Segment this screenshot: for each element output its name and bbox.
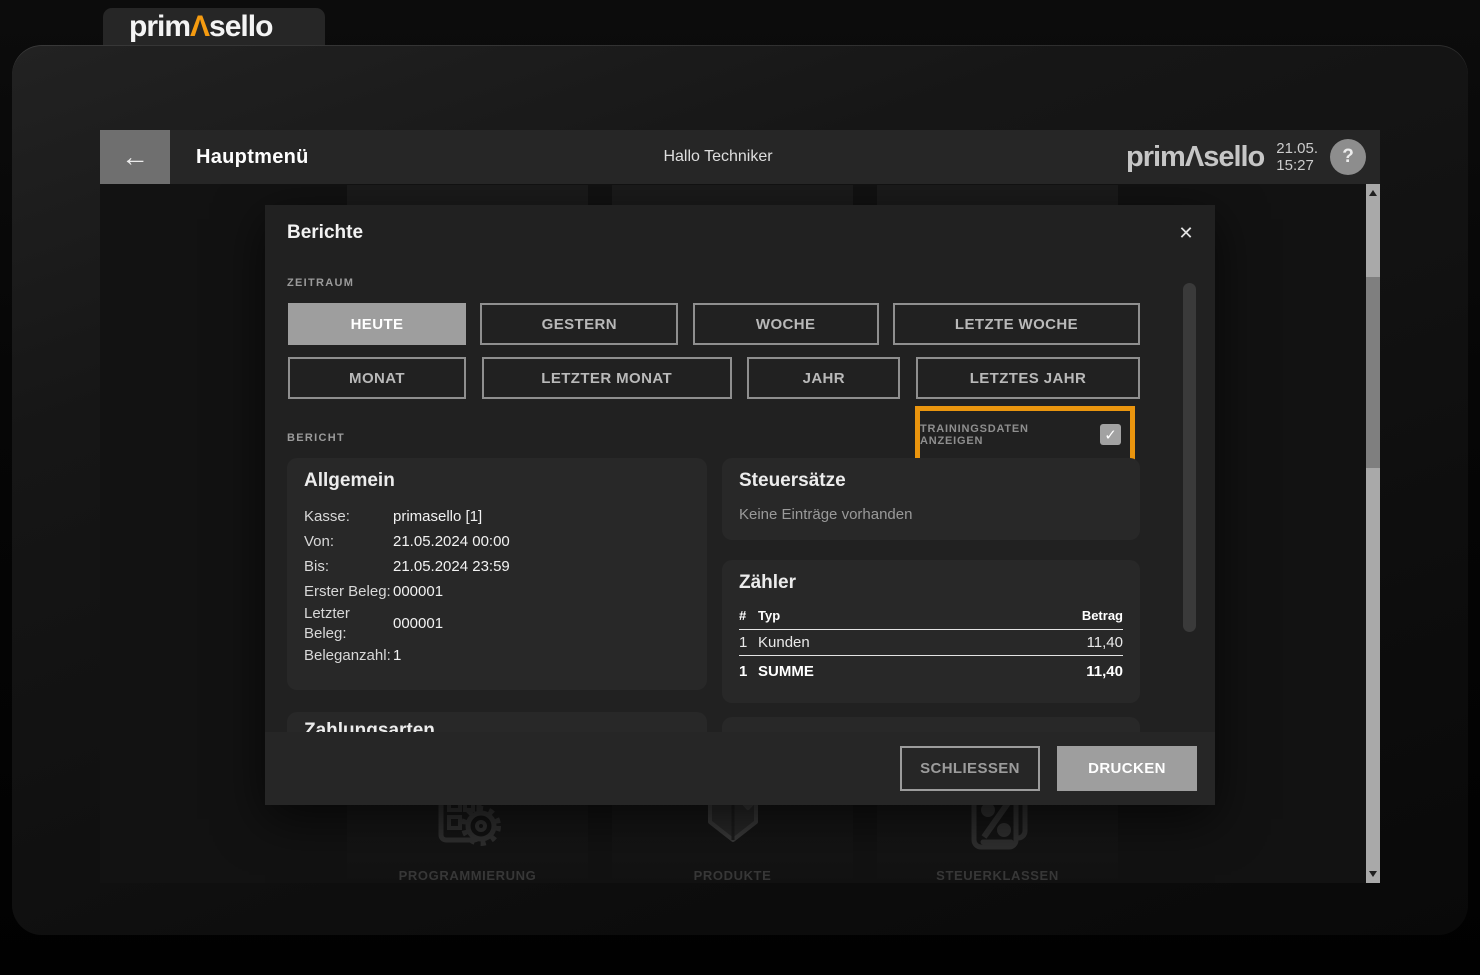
column-header-betrag: Betrag	[1082, 608, 1123, 623]
bericht-section-label: BERICHT	[287, 432, 345, 444]
info-label: Bis:	[304, 557, 393, 577]
period-button-row: HEUTE GESTERN WOCHE LETZTE WOCHE	[288, 303, 1140, 345]
question-mark-icon: ?	[1342, 146, 1354, 168]
column-header-num: #	[739, 608, 758, 623]
column-header-typ: Typ	[758, 608, 1082, 623]
info-row: Von: 21.05.2024 00:00	[304, 529, 690, 554]
info-row: Letzter Beleg: 000001	[304, 604, 690, 643]
dialog-scrollbar-thumb[interactable]	[1183, 283, 1196, 632]
period-button-letztes-jahr[interactable]: LETZTES JAHR	[916, 357, 1140, 399]
info-label: Erster Beleg:	[304, 582, 393, 602]
brand-tab: primΛsello	[103, 8, 325, 45]
panel-title: Allgemein	[304, 470, 690, 492]
dialog-title: Berichte	[287, 222, 363, 244]
allgemein-rows: Kasse: primasello [1] Von: 21.05.2024 00…	[304, 504, 690, 668]
info-row: Kasse: primasello [1]	[304, 504, 690, 529]
cell-typ: Kunden	[758, 634, 1087, 651]
info-value: 21.05.2024 23:59	[393, 558, 510, 575]
cell-typ: SUMME	[758, 663, 1086, 680]
allgemein-panel: Allgemein Kasse: primasello [1] Von: 21.…	[287, 458, 707, 690]
user-greeting: Hallo Techniker	[618, 148, 818, 166]
period-button-row: MONAT LETZTER MONAT JAHR LETZTES JAHR	[288, 357, 1140, 399]
empty-state-text: Keine Einträge vorhanden	[739, 506, 1123, 523]
cell-num: 1	[739, 663, 758, 680]
info-value: 000001	[393, 615, 443, 632]
info-label: Letzter Beleg:	[304, 604, 393, 643]
info-label: Kasse:	[304, 507, 393, 527]
zaehler-table: # Typ Betrag 1 Kunden 11,40 1	[739, 604, 1123, 684]
app-header: ← Hauptmenü Hallo Techniker primΛsello 2…	[100, 130, 1380, 184]
page-title: Hauptmenü	[196, 146, 309, 169]
brand-logo: primΛsello	[129, 10, 272, 44]
page-scrollbar[interactable]	[1366, 184, 1380, 883]
page-scrollbar-thumb[interactable]	[1366, 277, 1380, 468]
brand-logo-accent: Λ	[190, 10, 209, 43]
panel-title: Zähler	[739, 572, 1123, 594]
period-button-woche[interactable]: WOCHE	[693, 303, 879, 345]
info-label: Von:	[304, 532, 393, 552]
panel-title: Steuersätze	[739, 470, 1123, 492]
berichte-dialog: Berichte ✕ ZEITRAUM HEUTE GESTERN WOCHE …	[265, 205, 1215, 805]
table-total-row: 1 SUMME 11,40	[739, 656, 1123, 684]
table-header-row: # Typ Betrag	[739, 604, 1123, 630]
help-button[interactable]: ?	[1330, 139, 1366, 175]
trainingsdaten-label: TRAININGSDATEN ANZEIGEN	[920, 423, 1090, 447]
trainingsdaten-checkbox[interactable]: ✓	[1100, 424, 1121, 445]
period-button-jahr[interactable]: JAHR	[747, 357, 900, 399]
cell-num: 1	[739, 634, 758, 651]
drucken-button[interactable]: DRUCKEN	[1057, 746, 1197, 791]
dialog-footer: SCHLIESSEN DRUCKEN	[265, 732, 1215, 805]
scroll-up-arrow-icon[interactable]	[1369, 190, 1377, 196]
main-content: PROGRAMMIERUNG PRODUKTE STEUERKLASSEN	[100, 184, 1380, 883]
period-button-heute[interactable]: HEUTE	[288, 303, 466, 345]
app-window: ← Hauptmenü Hallo Techniker primΛsello 2…	[100, 130, 1380, 883]
time-label: 15:27	[1276, 157, 1318, 174]
period-button-gestern[interactable]: GESTERN	[480, 303, 678, 345]
schliessen-button[interactable]: SCHLIESSEN	[900, 746, 1040, 791]
zeitraum-section-label: ZEITRAUM	[287, 277, 354, 289]
period-button-monat[interactable]: MONAT	[288, 357, 466, 399]
cell-betrag: 11,40	[1087, 634, 1123, 651]
steuersaetze-panel: Steuersätze Keine Einträge vorhanden	[722, 458, 1140, 540]
period-button-letzte-woche[interactable]: LETZTE WOCHE	[893, 303, 1140, 345]
info-value: primasello [1]	[393, 508, 482, 525]
close-icon[interactable]: ✕	[1173, 220, 1199, 246]
period-button-letzter-monat[interactable]: LETZTER MONAT	[482, 357, 732, 399]
scroll-down-arrow-icon[interactable]	[1369, 871, 1377, 877]
info-value: 000001	[393, 583, 443, 600]
header-right-group: primΛsello 21.05. 15:27 ?	[1126, 139, 1380, 175]
check-icon: ✓	[1104, 426, 1117, 444]
header-brand-logo: primΛsello	[1126, 141, 1264, 174]
info-value: 21.05.2024 00:00	[393, 533, 510, 550]
trainingsdaten-highlight-box: TRAININGSDATEN ANZEIGEN ✓	[915, 406, 1135, 463]
back-button[interactable]: ←	[100, 130, 170, 184]
back-arrow-icon: ←	[121, 141, 149, 173]
cell-betrag: 11,40	[1086, 663, 1123, 680]
date-label: 21.05.	[1276, 140, 1318, 157]
info-row: Beleganzahl: 1	[304, 643, 690, 668]
zaehler-panel: Zähler # Typ Betrag 1 Kunden 11,40	[722, 560, 1140, 703]
info-value: 1	[393, 647, 401, 664]
info-row: Bis: 21.05.2024 23:59	[304, 554, 690, 579]
info-label: Beleganzahl:	[304, 646, 393, 666]
info-row: Erster Beleg: 000001	[304, 579, 690, 604]
datetime-display: 21.05. 15:27	[1276, 140, 1318, 175]
table-row: 1 Kunden 11,40	[739, 630, 1123, 656]
